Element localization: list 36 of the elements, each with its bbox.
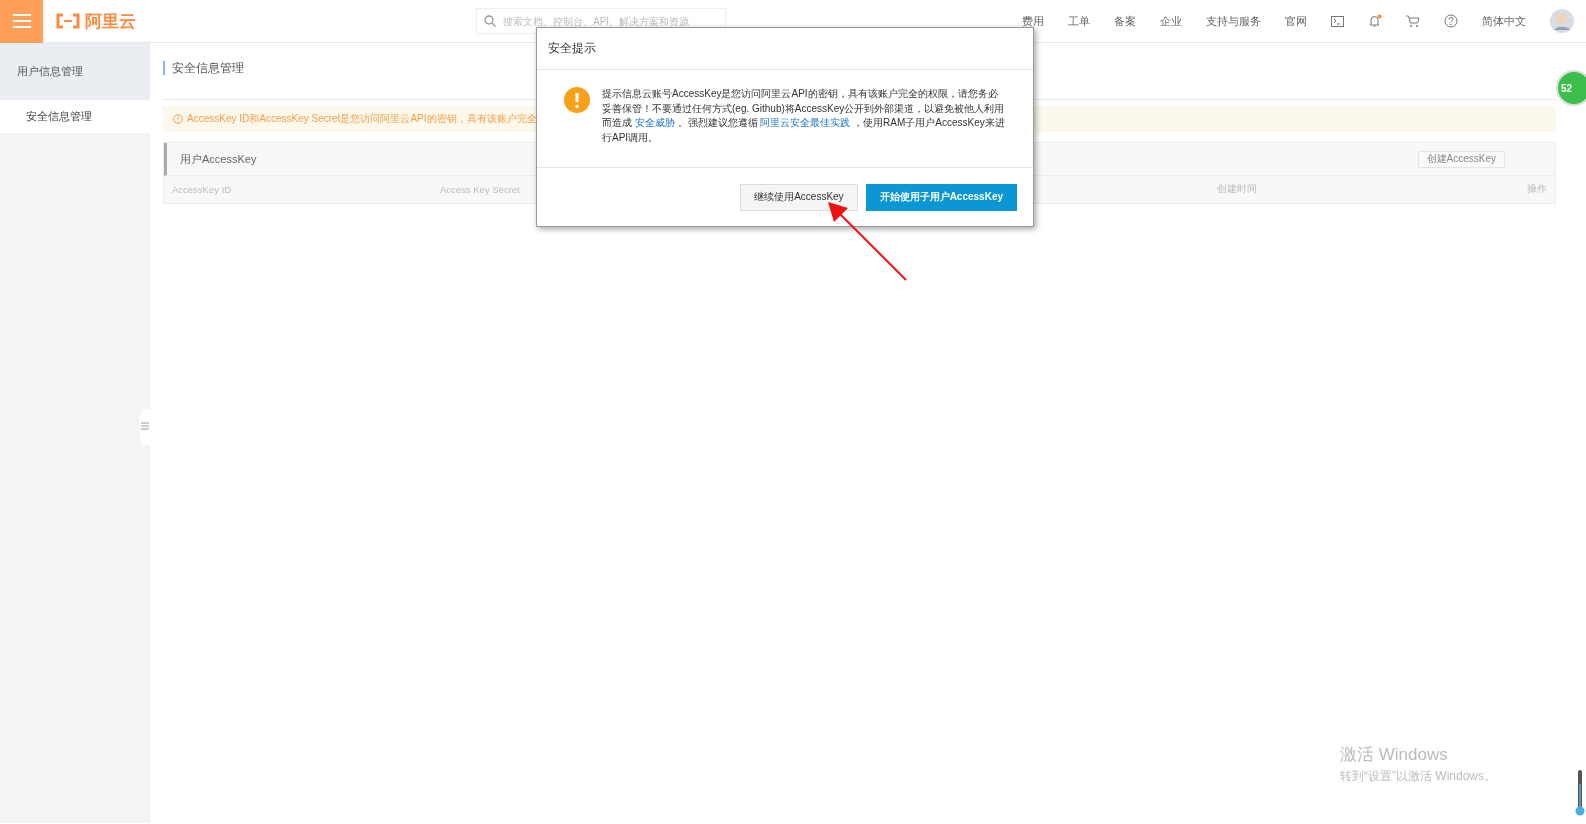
nav-link[interactable]: 工单: [1068, 13, 1090, 29]
warning-text: AccessKey ID和AccessKey Secret是您访问阿里云API的密钥，具有该账户完全: [187, 112, 537, 126]
sidebar-item[interactable]: 安全信息管理: [0, 100, 150, 133]
avatar-icon[interactable]: [1550, 9, 1574, 33]
help-icon[interactable]: [1444, 14, 1458, 28]
thermometer-icon: [1575, 770, 1585, 816]
menu-icon: [12, 14, 31, 28]
warning-icon: [173, 114, 183, 124]
panel-title: 用户AccessKey: [180, 151, 257, 167]
activation-title: 激活 Windows: [1340, 744, 1449, 766]
primary-button[interactable]: 开始使用子用户AccessKey: [865, 183, 1017, 211]
activation-subtitle: 转到“设置”以激活 Windows。: [1340, 768, 1496, 785]
nav-link[interactable]: 官网: [1285, 13, 1307, 29]
terminal-icon[interactable]: [1331, 15, 1344, 27]
menu-button[interactable]: [0, 0, 43, 43]
nav-link[interactable]: 企业: [1160, 13, 1182, 29]
nav-link[interactable]: 费用: [1022, 13, 1044, 29]
message-link[interactable]: 安全威胁: [634, 117, 675, 128]
search-icon: [484, 15, 496, 27]
warning-icon: [564, 87, 590, 113]
nav-link[interactable]: 支持与服务: [1206, 13, 1261, 29]
column-header: AccessKey ID: [172, 184, 233, 195]
dialog-message: 提示信息云账号AccessKey是您访问阿里云API的密钥，具有该账户完全的权限，请您务必妥善保管！不要通过任何方式(eg. Github)将AccessKey公开到外部渠道，以避免被他人利用而造成 安全威胁 。强烈建议您遵循 阿里云安全最佳实践 ，使用RAM子用户AccessKey来进行API调用。: [602, 87, 1006, 145]
cart-icon[interactable]: [1406, 14, 1420, 28]
column-header: Access Key Secret: [440, 184, 521, 195]
message-link[interactable]: 阿里云安全最佳实践: [760, 117, 851, 128]
logo-text: 阿里云: [85, 10, 136, 33]
secondary-button[interactable]: 继续使用AccessKey: [740, 183, 858, 211]
collapse-handle[interactable]: [140, 409, 150, 445]
nav-link[interactable]: 备案: [1114, 13, 1136, 29]
dialog-title: 安全提示: [548, 40, 596, 57]
create-accesskey-button[interactable]: 创建AccessKey: [1417, 150, 1505, 168]
nav-link[interactable]: 简体中文: [1482, 13, 1526, 29]
bell-icon[interactable]: [1368, 14, 1382, 28]
logo-icon: [55, 13, 81, 29]
sidebar-heading: 用户信息管理: [0, 43, 150, 100]
